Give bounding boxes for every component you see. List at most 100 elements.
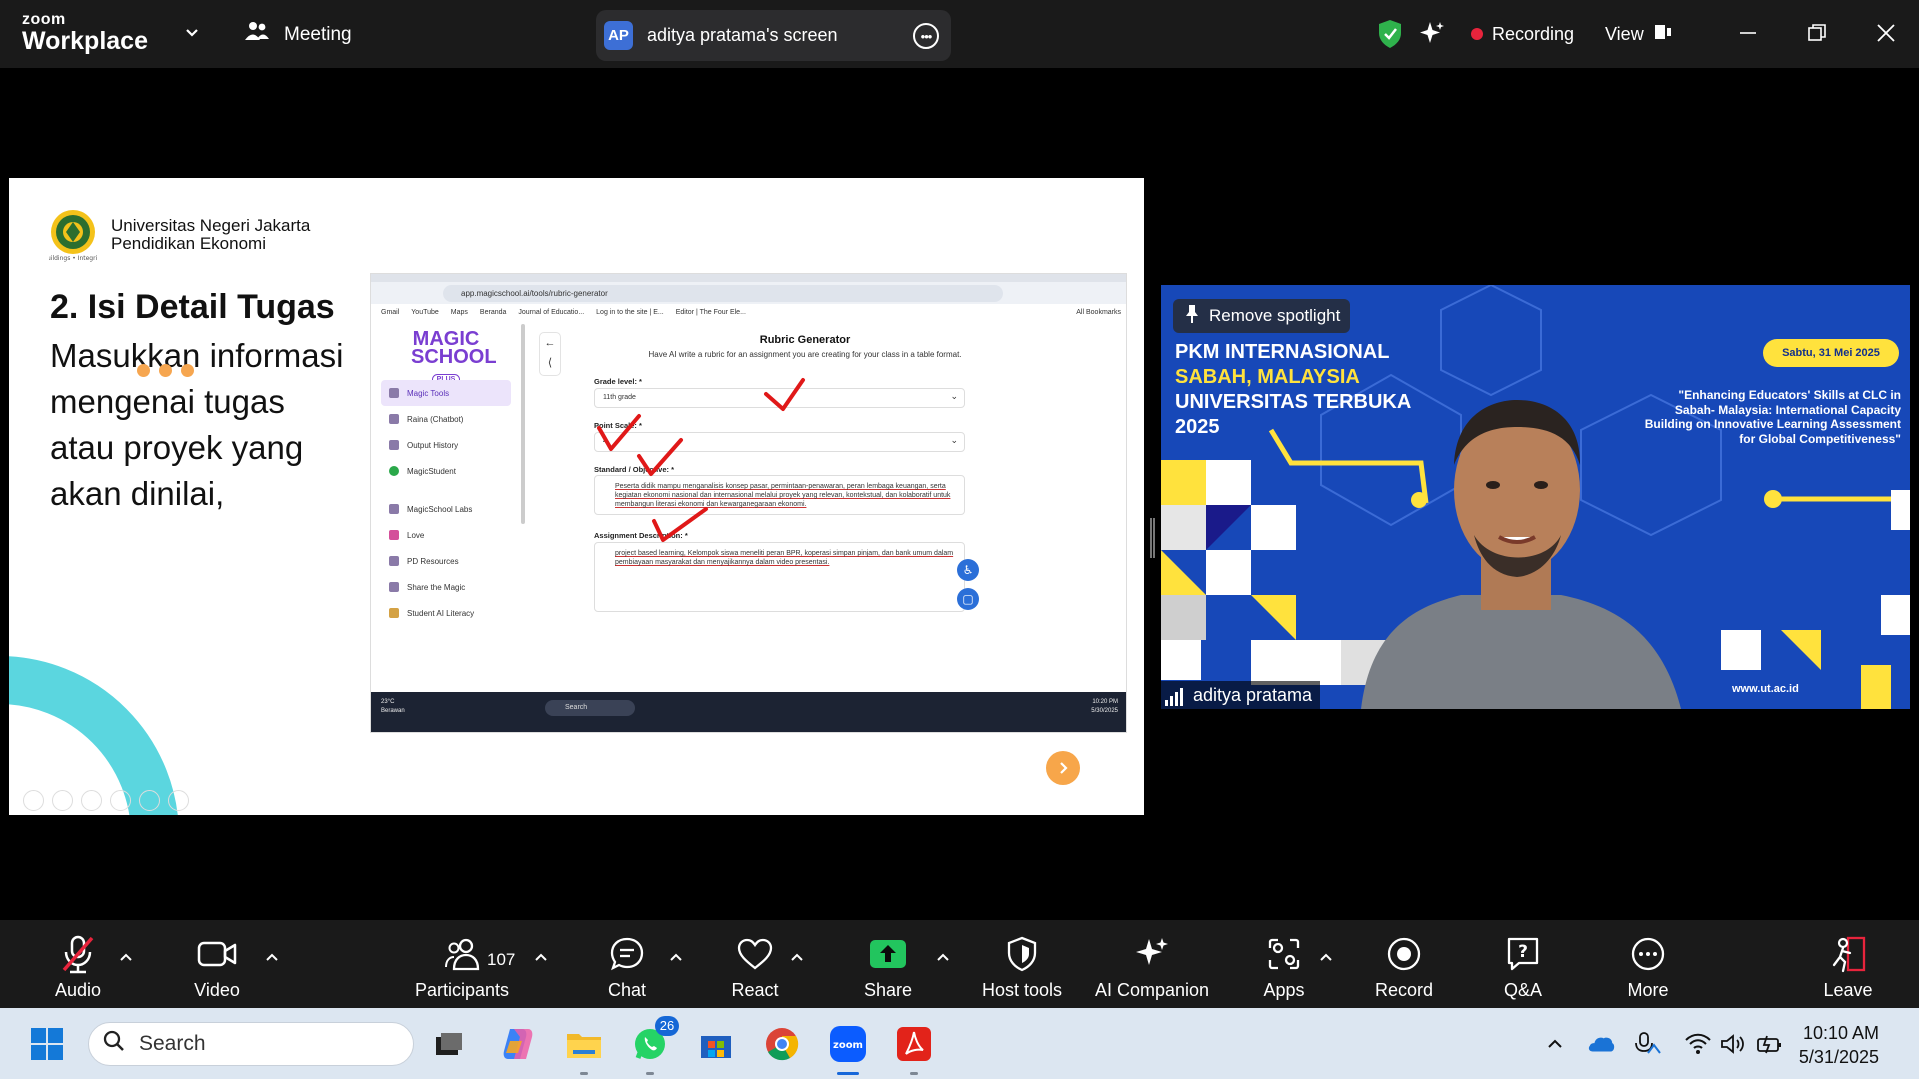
event-date-badge: Sabtu, 31 Mei 2025	[1763, 339, 1899, 367]
participant-video[interactable]: Remove spotlight PKM INTERNASIONAL SABAH…	[1161, 285, 1910, 709]
more-options-icon[interactable]: •••	[913, 23, 939, 49]
more-button[interactable]: More	[1593, 934, 1703, 1001]
restore-icon[interactable]	[1802, 18, 1832, 48]
shared-screen-pill[interactable]: AP aditya pratama's screen •••	[596, 10, 951, 61]
department-name: Pendidikan Ekonomi	[111, 234, 266, 253]
file-explorer-icon[interactable]	[563, 1023, 605, 1075]
host-tools-button[interactable]: Host tools	[967, 934, 1077, 1001]
copilot-icon[interactable]	[497, 1023, 539, 1065]
chat-label: Chat	[607, 980, 647, 1000]
browser-url: app.magicschool.ai/tools/rubric-generato…	[443, 285, 1003, 302]
video-options-chevron-icon[interactable]	[265, 950, 279, 964]
battery-icon[interactable]	[1755, 1030, 1783, 1058]
sidebar-item-ai-literacy: Student AI Literacy	[381, 600, 511, 626]
taskbar-search-box[interactable]: Search	[88, 1022, 414, 1066]
chrome-icon[interactable]	[761, 1023, 803, 1065]
slide-body: Masukkan informasi mengenai tugas atau p…	[50, 337, 344, 512]
standard-text: Peserta didik mampu menganalisis konsep …	[615, 483, 951, 508]
microphone-in-use-icon[interactable]	[1634, 1030, 1662, 1058]
record-button[interactable]: Record	[1349, 934, 1459, 1001]
inner-windows-taskbar: 23°C Berawan Search 10:20 PM 5/30/2025	[371, 692, 1126, 732]
slide-next-icon[interactable]	[1046, 751, 1080, 785]
accessibility-icon: ♿	[957, 559, 979, 581]
bookmark: Beranda	[479, 308, 507, 316]
meeting-icon	[244, 20, 270, 50]
recording-indicator[interactable]: Recording	[1471, 16, 1574, 52]
task-view-icon[interactable]	[428, 1023, 470, 1065]
audio-label: Audio	[54, 980, 102, 1000]
ai-companion-label: AI Companion	[1094, 980, 1210, 1000]
logo-line2: Workplace	[22, 27, 148, 55]
shared-screen[interactable]: Buildings • Integrity Universitas Negeri…	[9, 142, 1144, 850]
windows-start-icon[interactable]	[26, 1023, 68, 1065]
react-options-chevron-icon[interactable]	[790, 950, 804, 964]
event-title-line4: 2025	[1175, 416, 1220, 438]
share-button[interactable]: Share	[833, 934, 943, 1001]
remove-spotlight-button[interactable]: Remove spotlight	[1173, 299, 1351, 333]
audio-options-chevron-icon[interactable]	[119, 950, 133, 964]
host-tools-label: Host tools	[981, 980, 1063, 1000]
show-hidden-icons-chevron[interactable]	[1541, 1030, 1569, 1058]
sidebar-item-magic-tools: Magic Tools	[381, 380, 511, 406]
react-button[interactable]: React	[700, 934, 810, 1001]
shield-icon	[1006, 934, 1038, 974]
wifi-icon[interactable]	[1684, 1030, 1712, 1058]
chevron-down-icon[interactable]	[183, 24, 201, 42]
whatsapp-icon[interactable]: 26	[629, 1016, 679, 1075]
event-title-line1: PKM INTERNASIONAL	[1175, 341, 1390, 363]
acrobat-reader-icon[interactable]	[893, 1023, 935, 1075]
slide-controls[interactable]	[23, 790, 189, 811]
participants-count: 107	[487, 950, 516, 969]
onedrive-icon[interactable]	[1587, 1030, 1615, 1058]
point-scale-label: Point Scale: *	[594, 421, 642, 430]
apps-button[interactable]: Apps	[1229, 934, 1339, 1001]
volume-icon[interactable]	[1719, 1030, 1747, 1058]
minimize-icon[interactable]	[1733, 18, 1763, 48]
event-quote: "Enhancing Educators' Skills at CLC in S…	[1644, 388, 1901, 446]
share-label: Share	[863, 980, 913, 1000]
close-icon[interactable]	[1871, 18, 1901, 48]
event-website: www.ut.ac.id	[1732, 683, 1799, 695]
university-name: Universitas Negeri Jakarta	[111, 216, 311, 235]
assignment-text: project based learning, Kelompok siswa m…	[615, 550, 954, 566]
microphone-muted-icon	[60, 934, 96, 974]
sidebar-item-magicstudent: MagicStudent	[381, 458, 511, 484]
sidebar-scrollbar	[521, 324, 525, 524]
event-title: PKM INTERNASIONAL SABAH, MALAYSIA UNIVER…	[1175, 340, 1411, 440]
event-title-line3: UNIVERSITAS TERBUKA	[1175, 391, 1412, 413]
video-button[interactable]: Video	[162, 934, 272, 1001]
system-clock[interactable]: 10:10 AM 5/31/2025	[1799, 1021, 1879, 1069]
share-options-chevron-icon[interactable]	[936, 950, 950, 964]
meeting-label: Meeting	[284, 24, 352, 45]
leave-icon	[1828, 934, 1868, 974]
point-scale-select: 4	[594, 432, 965, 452]
view-button[interactable]: View	[1605, 16, 1672, 52]
zoom-app-icon[interactable]: zoom	[827, 1023, 869, 1075]
bookmark: YouTube	[411, 308, 439, 316]
meeting-menu[interactable]: Meeting	[244, 20, 352, 50]
sidebar-item-pd-resources: PD Resources	[381, 548, 511, 574]
zoom-workplace-logo: zoom Workplace	[22, 12, 148, 54]
all-bookmarks: All Bookmarks	[1076, 308, 1121, 316]
more-icon	[1630, 934, 1666, 974]
microsoft-store-icon[interactable]	[695, 1023, 737, 1065]
qa-button[interactable]: ? Q&A	[1468, 934, 1578, 1001]
chat-options-chevron-icon[interactable]	[669, 950, 683, 964]
bookmark: Journal of Educatio...	[518, 308, 585, 316]
sidebar-item-output-history: Output History	[381, 432, 511, 458]
shared-screen-label: aditya pratama's screen	[647, 25, 838, 45]
ai-companion-button[interactable]: AI Companion	[1092, 934, 1212, 1001]
recording-dot-icon	[1471, 28, 1483, 40]
leave-button[interactable]: Leave	[1793, 934, 1903, 1001]
apps-options-chevron-icon[interactable]	[1319, 950, 1333, 964]
logo-school: SCHOOL	[411, 346, 497, 368]
panel-resize-handle[interactable]	[1150, 518, 1155, 558]
encryption-shield-icon[interactable]	[1377, 16, 1403, 52]
ai-sparkle-icon[interactable]	[1418, 16, 1446, 52]
audio-button[interactable]: Audio	[23, 934, 133, 1001]
participants-options-chevron-icon[interactable]	[534, 950, 548, 964]
windows-taskbar: Search 26 zoom 10:10 AM 5/31/2025	[0, 1008, 1919, 1079]
chat-button[interactable]: Chat	[572, 934, 682, 1001]
participants-label: Participants	[414, 980, 510, 1000]
sidebar-item-love: Love	[381, 522, 511, 548]
